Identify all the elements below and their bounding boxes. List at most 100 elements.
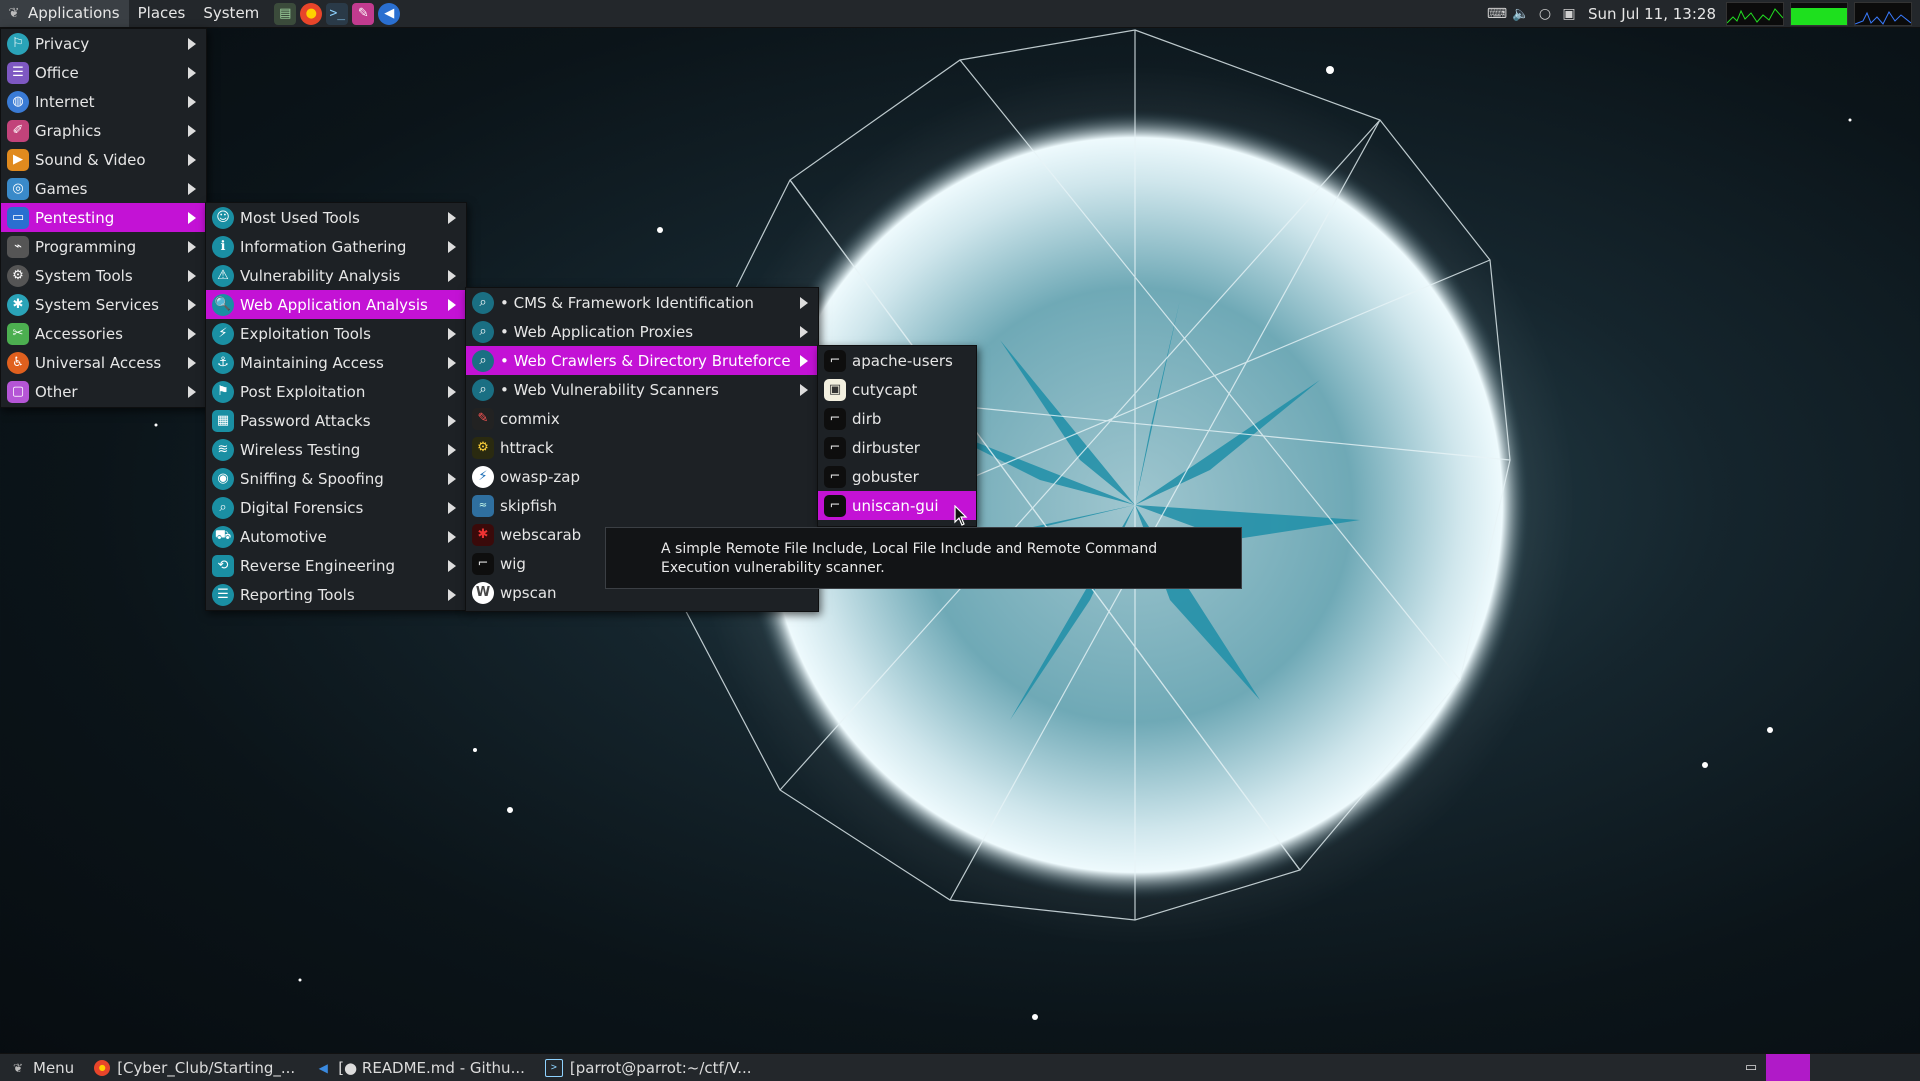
menu-item-dirb[interactable]: ⌐ dirb <box>818 404 976 433</box>
menu-item-programming[interactable]: ⌁ Programming <box>1 232 206 261</box>
submenu-arrow-icon <box>188 29 196 58</box>
accessories-icon: ✂ <box>7 322 29 345</box>
submenu-arrow-icon <box>448 261 456 290</box>
menu-item-wireless-testing[interactable]: ≋ Wireless Testing <box>206 435 466 464</box>
menu-item-reporting-tools[interactable]: ☰ Reporting Tools <box>206 580 466 609</box>
menu-item-owasp-zap[interactable]: ⚡ owasp-zap <box>466 462 818 491</box>
file-manager-icon[interactable]: ▤ <box>274 2 297 25</box>
network-icon[interactable]: ▣ <box>1560 5 1578 23</box>
menu-item-password-attacks[interactable]: ▦ Password Attacks <box>206 406 466 435</box>
menu-item-cutycapt[interactable]: ▣ cutycapt <box>818 375 976 404</box>
text-editor-icon[interactable]: ✎ <box>352 2 375 25</box>
post-exploitation-icon: ⚑ <box>212 380 234 403</box>
vscode-icon[interactable]: ◀ <box>378 2 401 25</box>
menu-item-httrack[interactable]: ⚙ httrack <box>466 433 818 462</box>
pentesting-icon: ▭ <box>7 206 29 229</box>
skipfish-icon: ≈ <box>472 494 494 517</box>
menu-item-post-exploitation[interactable]: ⚑ Post Exploitation <box>206 377 466 406</box>
menu-item-apache-users[interactable]: ⌐ apache-users <box>818 346 976 375</box>
network-graph <box>1854 1 1912 26</box>
submenu-arrow-icon <box>800 288 808 317</box>
menu-item-maintaining-access[interactable]: ⚓ Maintaining Access <box>206 348 466 377</box>
main-menu-button[interactable]: ❦ Menu <box>0 1054 84 1081</box>
submenu-arrow-icon <box>448 464 456 493</box>
reverse-engineering-icon: ⟲ <box>212 554 234 577</box>
submenu-arrow-icon <box>800 375 808 404</box>
taskbar-item-vscode[interactable]: ◀ [● README.md - Githu... <box>305 1054 535 1081</box>
workspace-switcher[interactable] <box>1810 1054 1920 1081</box>
parrot-tool-icon: ⌐ <box>824 494 846 517</box>
menu-item-accessories[interactable]: ✂ Accessories <box>1 319 206 348</box>
menu-item-reverse-engineering[interactable]: ⟲ Reverse Engineering <box>206 551 466 580</box>
menu-item-web-crawlers-directory-bruteforce[interactable]: ⌕ • Web Crawlers & Directory Bruteforce <box>466 346 818 375</box>
menu-item-automotive[interactable]: ⛟ Automotive <box>206 522 466 551</box>
submenu-arrow-icon <box>448 377 456 406</box>
menu-item-universal-access[interactable]: ♿ Universal Access <box>1 348 206 377</box>
show-desktop-icon[interactable]: ▭ <box>1740 1057 1762 1079</box>
menu-item-games[interactable]: ◎ Games <box>1 174 206 203</box>
system-tray: ⌨ 🔈 ○ ▣ Sun Jul 11, 13:28 <box>1487 0 1920 27</box>
menu-item-system-services[interactable]: ✱ System Services <box>1 290 206 319</box>
magnifier-icon: ⌕ <box>472 291 494 314</box>
firefox-icon: ● <box>94 1059 111 1076</box>
volume-muted-icon[interactable]: 🔈 <box>1512 5 1530 23</box>
menu-item-internet[interactable]: ◍ Internet <box>1 87 206 116</box>
menu-item-vulnerability-analysis[interactable]: ⚠ Vulnerability Analysis <box>206 261 466 290</box>
menu-item-sniffing-spoofing[interactable]: ◉ Sniffing & Spoofing <box>206 464 466 493</box>
submenu-arrow-icon <box>188 203 196 232</box>
bulb-icon[interactable]: ○ <box>1536 5 1554 23</box>
menu-item-graphics[interactable]: ✐ Graphics <box>1 116 206 145</box>
commix-icon: ✎ <box>472 407 494 430</box>
workspace-switcher-active[interactable] <box>1766 1054 1810 1081</box>
submenu-arrow-icon <box>800 346 808 375</box>
top-panel-menus: ❦ Applications Places System <box>0 0 268 27</box>
most-used-icon: ☺ <box>212 206 234 229</box>
taskbar-item-firefox[interactable]: ● [Cyber_Club/Starting_... <box>84 1054 305 1081</box>
memory-graph <box>1790 1 1848 26</box>
cutycapt-icon: ▣ <box>824 378 846 401</box>
submenu-arrow-icon <box>188 116 196 145</box>
menu-item-uniscan-gui[interactable]: ⌐ uniscan-gui <box>818 491 976 520</box>
parrot-tool-icon: ⌐ <box>824 407 846 430</box>
universal-access-icon: ♿ <box>7 351 29 374</box>
parrot-tool-icon: ⌐ <box>824 349 846 372</box>
menu-item-system-tools[interactable]: ⚙ System Tools <box>1 261 206 290</box>
terminal-icon[interactable]: >_ <box>326 2 349 25</box>
places-menu[interactable]: Places <box>129 0 195 27</box>
graphics-icon: ✐ <box>7 119 29 142</box>
menu-item-web-application-proxies[interactable]: ⌕ • Web Application Proxies <box>466 317 818 346</box>
magnifier-icon: ⌕ <box>472 349 494 372</box>
menu-item-most-used-tools[interactable]: ☺ Most Used Tools <box>206 203 466 232</box>
applications-menu[interactable]: ❦ Applications <box>0 0 129 27</box>
menu-item-cms-framework-identification[interactable]: ⌕ • CMS & Framework Identification <box>466 288 818 317</box>
system-menu[interactable]: System <box>194 0 268 27</box>
parrot-logo-icon: ❦ <box>8 6 20 21</box>
menu-item-privacy[interactable]: ⚐ Privacy <box>1 29 206 58</box>
menu-item-web-application-analysis[interactable]: 🔍 Web Application Analysis <box>206 290 466 319</box>
menu-item-digital-forensics[interactable]: ⌕ Digital Forensics <box>206 493 466 522</box>
firefox-icon[interactable]: ● <box>300 2 323 25</box>
keyboard-icon[interactable]: ⌨ <box>1487 5 1507 23</box>
menu-item-office[interactable]: ☰ Office <box>1 58 206 87</box>
taskbar-item-terminal[interactable]: > [parrot@parrot:~/ctf/V... <box>535 1054 762 1081</box>
webscarab-icon: ✱ <box>472 523 494 546</box>
exploitation-tools-icon: ⚡ <box>212 322 234 345</box>
menu-item-pentesting[interactable]: ▭ Pentesting <box>1 203 206 232</box>
clock[interactable]: Sun Jul 11, 13:28 <box>1588 5 1716 23</box>
privacy-icon: ⚐ <box>7 32 29 55</box>
httrack-icon: ⚙ <box>472 436 494 459</box>
menu-item-skipfish[interactable]: ≈ skipfish <box>466 491 818 520</box>
taskbar-item-label: [parrot@parrot:~/ctf/V... <box>569 1058 752 1077</box>
menu-item-exploitation-tools[interactable]: ⚡ Exploitation Tools <box>206 319 466 348</box>
menu-item-sound-video[interactable]: ▶ Sound & Video <box>1 145 206 174</box>
menu-item-web-vulnerability-scanners[interactable]: ⌕ • Web Vulnerability Scanners <box>466 375 818 404</box>
menu-item-information-gathering[interactable]: ℹ Information Gathering <box>206 232 466 261</box>
menu-item-dirbuster[interactable]: ⌐ dirbuster <box>818 433 976 462</box>
cpu-graph <box>1726 1 1784 26</box>
menu-item-other[interactable]: ▢ Other <box>1 377 206 406</box>
submenu-arrow-icon <box>188 377 196 406</box>
menu-item-commix[interactable]: ✎ commix <box>466 404 818 433</box>
mouse-cursor-icon <box>954 505 968 526</box>
menu-item-gobuster[interactable]: ⌐ gobuster <box>818 462 976 491</box>
bottom-panel-right: ▭ <box>1740 1054 1920 1081</box>
